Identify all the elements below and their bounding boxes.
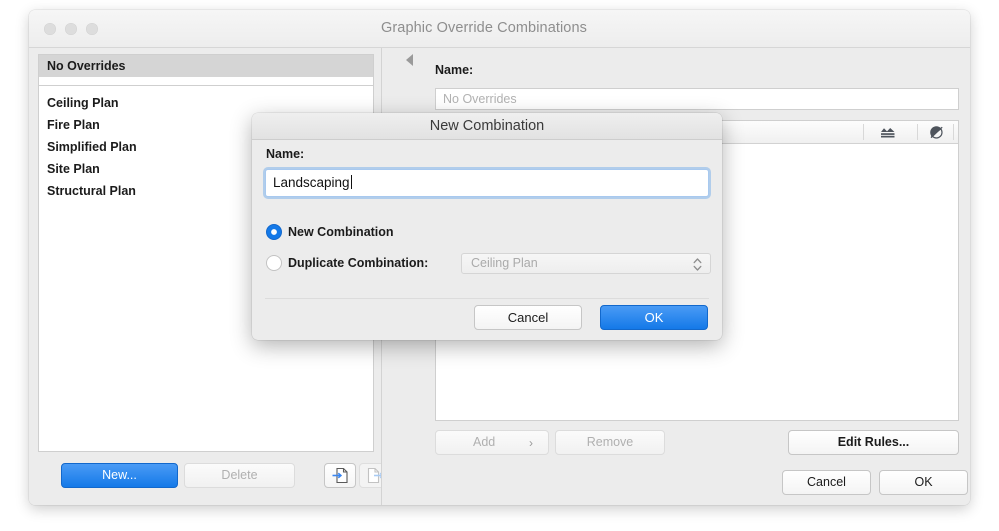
- add-rule-label: Add: [473, 435, 496, 449]
- dialog-ok-button[interactable]: OK: [600, 305, 708, 330]
- window-title: Graphic Override Combinations: [381, 20, 587, 36]
- column-divider: [863, 124, 864, 140]
- ok-button[interactable]: OK: [879, 470, 968, 495]
- collapse-pane-arrow-icon[interactable]: [406, 54, 413, 66]
- dialog-divider: [265, 298, 709, 299]
- new-combination-button[interactable]: New...: [61, 463, 178, 488]
- cancel-button[interactable]: Cancel: [782, 470, 871, 495]
- hatch-override-icon[interactable]: [928, 124, 946, 141]
- dialog-name-value: Landscaping: [273, 175, 350, 190]
- duplicate-source-value: Ceiling Plan: [471, 256, 538, 270]
- dialog-cancel-button[interactable]: Cancel: [474, 305, 582, 330]
- column-divider: [917, 124, 918, 140]
- dialog-title: New Combination: [429, 118, 545, 134]
- surface-pattern-icon[interactable]: [879, 124, 897, 141]
- dialog-name-label: Name:: [266, 147, 305, 161]
- add-rule-button[interactable]: Add ›: [435, 430, 549, 455]
- list-item-selected[interactable]: No Overrides: [39, 55, 373, 77]
- list-divider: [39, 85, 373, 86]
- window-titlebar: Graphic Override Combinations: [29, 10, 970, 48]
- app-root: Graphic Override Combinations No Overrid…: [0, 0, 999, 531]
- detail-name-label: Name:: [435, 63, 474, 77]
- new-combination-dialog: New Combination Name: Landscaping New Co…: [252, 113, 722, 340]
- zoom-button-icon[interactable]: [86, 23, 98, 35]
- import-document-icon[interactable]: [324, 463, 356, 488]
- chevron-updown-icon: [693, 257, 702, 273]
- detail-name-input[interactable]: No Overrides: [435, 88, 959, 110]
- radio-duplicate-combination-label: Duplicate Combination:: [288, 256, 429, 270]
- text-caret: [350, 175, 352, 189]
- list-item[interactable]: Ceiling Plan: [39, 92, 373, 114]
- column-divider: [953, 124, 954, 140]
- radio-new-combination-icon[interactable]: [266, 224, 282, 240]
- minimize-button-icon[interactable]: [65, 23, 77, 35]
- radio-duplicate-combination-icon[interactable]: [266, 255, 282, 271]
- rule-actions-toolbar: Add › Remove Edit Rules...: [435, 430, 959, 456]
- dialog-titlebar: New Combination: [252, 113, 722, 140]
- delete-combination-button[interactable]: Delete: [184, 463, 295, 488]
- close-button-icon[interactable]: [44, 23, 56, 35]
- edit-rules-button[interactable]: Edit Rules...: [788, 430, 959, 455]
- radio-new-combination-label: New Combination: [288, 225, 394, 239]
- duplicate-source-select[interactable]: Ceiling Plan: [461, 253, 711, 274]
- dialog-name-input[interactable]: Landscaping: [265, 169, 709, 197]
- list-toolbar: New... Delete: [29, 458, 391, 505]
- remove-rule-button[interactable]: Remove: [555, 430, 665, 455]
- chevron-right-icon: ›: [529, 436, 533, 450]
